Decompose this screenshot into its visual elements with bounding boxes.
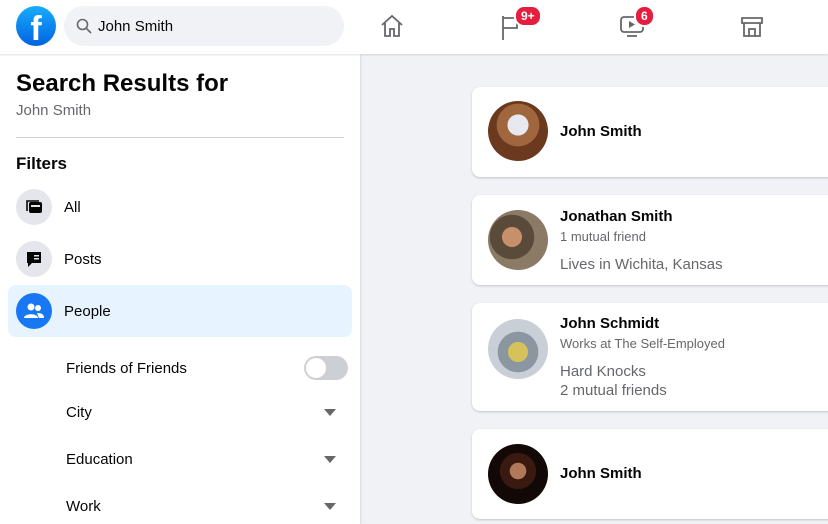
notifications-badge: 9+ — [514, 5, 542, 27]
avatar[interactable] — [488, 101, 548, 161]
filter-label: Work — [66, 498, 101, 515]
city-dropdown[interactable]: City — [66, 404, 348, 421]
avatar[interactable] — [488, 319, 548, 379]
top-bar: f John Smith 9+ 6 — [0, 0, 828, 54]
filter-posts[interactable]: Posts — [8, 233, 352, 285]
result-name[interactable]: John Smith — [560, 123, 642, 140]
watch-button[interactable]: 6 — [618, 5, 655, 42]
location: Lives in Wichita, Kansas — [560, 256, 723, 273]
caret-down-icon — [324, 456, 336, 463]
divider — [16, 137, 344, 138]
result-name[interactable]: John Smith — [560, 465, 642, 482]
pages-button[interactable]: 9+ — [498, 5, 542, 42]
caret-down-icon — [324, 503, 336, 510]
avatar[interactable] — [488, 444, 548, 504]
caret-down-icon — [324, 409, 336, 416]
filter-label: All — [64, 198, 81, 216]
result-card[interactable]: John Smith — [472, 429, 828, 519]
filter-people[interactable]: People — [8, 285, 352, 337]
search-input[interactable]: John Smith — [64, 6, 344, 46]
people-icon — [16, 293, 52, 329]
result-name[interactable]: John Schmidt — [560, 315, 659, 332]
search-value: John Smith — [98, 17, 174, 35]
page-title: Search Results for — [16, 70, 229, 97]
watch-badge: 6 — [634, 5, 655, 27]
result-card[interactable]: Jonathan Smith 1 mutual friend Lives in … — [472, 195, 828, 285]
search-icon — [76, 18, 92, 34]
filter-label: Posts — [64, 250, 102, 268]
search-query: John Smith — [16, 102, 92, 119]
home-icon — [381, 14, 403, 37]
store-icon — [741, 17, 763, 37]
home-button[interactable] — [378, 12, 408, 42]
filter-label: People — [64, 302, 111, 320]
filter-label: Friends of Friends — [66, 359, 187, 377]
work-dropdown[interactable]: Work — [66, 498, 348, 515]
avatar[interactable] — [488, 210, 548, 270]
education: Hard Knocks — [560, 363, 646, 380]
result-card[interactable]: John Schmidt Works at The Self-Employed … — [472, 303, 828, 411]
sidebar: Search Results for John Smith Filters Al… — [0, 54, 360, 524]
result-name[interactable]: Jonathan Smith — [560, 208, 673, 225]
filter-label: City — [66, 404, 92, 421]
filter-label: Education — [66, 451, 133, 468]
facebook-logo[interactable]: f — [16, 6, 56, 46]
friends-of-friends-filter: Friends of Friends — [66, 356, 348, 380]
marketplace-button[interactable] — [738, 12, 768, 42]
work: Works at The Self-Employed — [560, 336, 725, 351]
result-card[interactable]: John Smith — [472, 87, 828, 177]
education-dropdown[interactable]: Education — [66, 451, 348, 468]
filters-heading: Filters — [16, 154, 68, 173]
mutual-friends: 1 mutual friend — [560, 229, 646, 244]
mutual-friends: 2 mutual friends — [560, 382, 667, 399]
friends-of-friends-toggle[interactable] — [304, 356, 348, 380]
speech-bubble-icon — [16, 241, 52, 277]
feed-icon — [16, 189, 52, 225]
filter-all[interactable]: All — [8, 181, 352, 233]
